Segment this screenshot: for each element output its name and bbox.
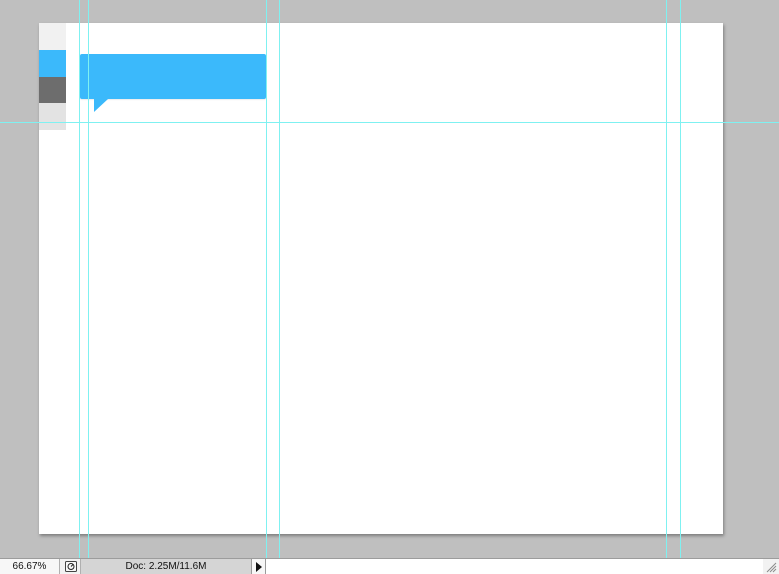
canvas-workspace[interactable] <box>0 0 779 558</box>
zoom-level-field[interactable]: 66.67% <box>0 559 60 574</box>
color-swatch-light-gray <box>39 23 66 50</box>
document-size-info: Doc: 2.25M/11.6M <box>81 559 252 574</box>
speech-bubble-shape[interactable] <box>80 54 266 99</box>
color-swatch-dark-gray <box>39 77 66 103</box>
play-arrow-icon[interactable] <box>252 559 266 574</box>
resize-grip-icon[interactable] <box>763 559 779 574</box>
horizontal-scrollbar[interactable] <box>266 559 763 574</box>
color-swatch-pale-gray <box>39 103 66 130</box>
color-swatch-blue <box>39 50 66 77</box>
status-bar: 66.67% Doc: 2.25M/11.6M <box>0 558 779 574</box>
document-canvas[interactable] <box>39 23 723 534</box>
status-info-icon[interactable] <box>61 559 81 574</box>
speech-bubble-tail <box>94 99 108 112</box>
